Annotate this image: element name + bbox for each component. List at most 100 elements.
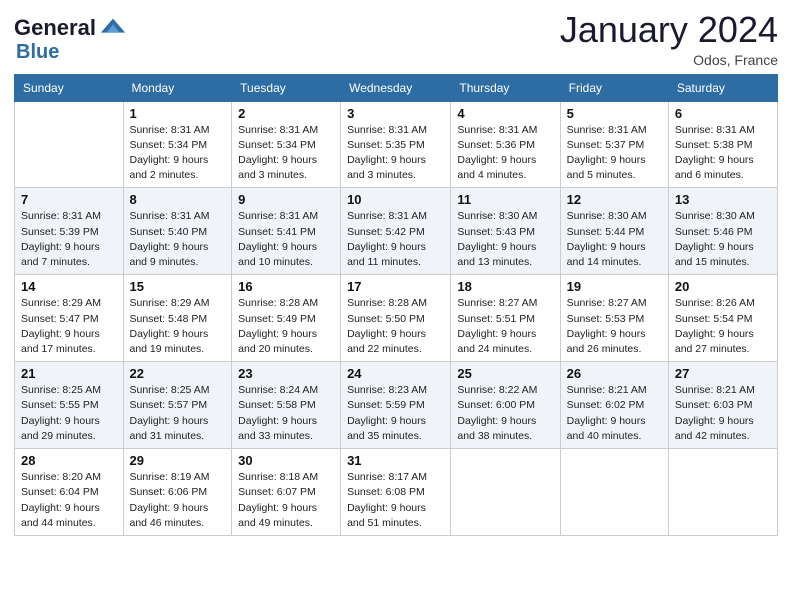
calendar-cell [451, 449, 560, 536]
day-detail: Sunrise: 8:28 AMSunset: 5:49 PMDaylight:… [238, 296, 334, 357]
day-detail: Sunrise: 8:31 AMSunset: 5:38 PMDaylight:… [675, 123, 771, 184]
page: General Blue January 2024 Odos, France S… [0, 0, 792, 612]
day-number: 29 [130, 453, 226, 468]
logo-text: General [14, 17, 96, 39]
calendar-cell: 22Sunrise: 8:25 AMSunset: 5:57 PMDayligh… [123, 362, 232, 449]
day-detail: Sunrise: 8:23 AMSunset: 5:59 PMDaylight:… [347, 383, 444, 444]
week-row-0: 1Sunrise: 8:31 AMSunset: 5:34 PMDaylight… [15, 101, 778, 188]
day-number: 26 [567, 366, 662, 381]
calendar-cell: 20Sunrise: 8:26 AMSunset: 5:54 PMDayligh… [668, 275, 777, 362]
week-row-3: 21 Sunrise: 8:25 AMSunset: 5:55 PMDayligh… [15, 362, 778, 449]
day-detail: Sunrise: 8:27 AMSunset: 5:53 PMDaylight:… [567, 296, 662, 357]
day-number: 16 [238, 279, 334, 294]
calendar-cell: 21 Sunrise: 8:25 AMSunset: 5:55 PMDayligh… [15, 362, 124, 449]
day-number: 24 [347, 366, 444, 381]
day-detail: Sunrise: 8:30 AMSunset: 5:46 PMDaylight:… [675, 209, 771, 270]
header: General Blue January 2024 Odos, France [14, 10, 778, 68]
day-detail: Sunrise: 8:21 AMSunset: 6:03 PMDaylight:… [675, 383, 771, 444]
day-number: 11 [457, 192, 553, 207]
day-header-wednesday: Wednesday [341, 74, 451, 101]
calendar-cell: 16 Sunrise: 8:28 AMSunset: 5:49 PMDayligh… [232, 275, 341, 362]
logo: General Blue [14, 14, 127, 63]
calendar-cell [668, 449, 777, 536]
calendar-cell: 26 Sunrise: 8:21 AMSunset: 6:02 PMDayligh… [560, 362, 668, 449]
day-detail: Sunrise: 8:31 AMSunset: 5:34 PMDaylight:… [130, 123, 226, 184]
calendar-cell: 28Sunrise: 8:20 AMSunset: 6:04 PMDayligh… [15, 449, 124, 536]
calendar-cell: 14 Sunrise: 8:29 AMSunset: 5:47 PMDayligh… [15, 275, 124, 362]
calendar-cell: 24 Sunrise: 8:23 AMSunset: 5:59 PMDayligh… [341, 362, 451, 449]
day-header-thursday: Thursday [451, 74, 560, 101]
calendar-cell: 10 Sunrise: 8:31 AMSunset: 5:42 PMDayligh… [341, 188, 451, 275]
day-detail: Sunrise: 8:29 AMSunset: 5:48 PMDaylight:… [130, 296, 226, 357]
calendar-header-row: SundayMondayTuesdayWednesdayThursdayFrid… [15, 74, 778, 101]
day-detail: Sunrise: 8:31 AMSunset: 5:40 PMDaylight:… [130, 209, 226, 270]
calendar-cell: 19 Sunrise: 8:27 AMSunset: 5:53 PMDayligh… [560, 275, 668, 362]
day-number: 8 [130, 192, 226, 207]
day-number: 23 [238, 366, 334, 381]
calendar-cell [15, 101, 124, 188]
day-number: 10 [347, 192, 444, 207]
day-detail: Sunrise: 8:31 AMSunset: 5:35 PMDaylight:… [347, 123, 444, 184]
day-number: 12 [567, 192, 662, 207]
day-number: 5 [567, 106, 662, 121]
logo-text-blue: Blue [16, 41, 59, 63]
day-number: 6 [675, 106, 771, 121]
calendar-cell [560, 449, 668, 536]
day-detail: Sunrise: 8:24 AMSunset: 5:58 PMDaylight:… [238, 383, 334, 444]
day-detail: Sunrise: 8:31 AMSunset: 5:41 PMDaylight:… [238, 209, 334, 270]
day-header-sunday: Sunday [15, 74, 124, 101]
week-row-4: 28Sunrise: 8:20 AMSunset: 6:04 PMDayligh… [15, 449, 778, 536]
day-detail: Sunrise: 8:31 AMSunset: 5:37 PMDaylight:… [567, 123, 662, 184]
day-detail: Sunrise: 8:25 AMSunset: 5:55 PMDaylight:… [21, 383, 117, 444]
month-title: January 2024 [560, 10, 778, 50]
day-number: 18 [457, 279, 553, 294]
calendar-cell: 27 Sunrise: 8:21 AMSunset: 6:03 PMDayligh… [668, 362, 777, 449]
calendar-cell: 11 Sunrise: 8:30 AMSunset: 5:43 PMDayligh… [451, 188, 560, 275]
day-detail: Sunrise: 8:25 AMSunset: 5:57 PMDaylight:… [130, 383, 226, 444]
day-detail: Sunrise: 8:31 AMSunset: 5:42 PMDaylight:… [347, 209, 444, 270]
calendar-cell: 5 Sunrise: 8:31 AMSunset: 5:37 PMDaylight… [560, 101, 668, 188]
day-number: 21 [21, 366, 117, 381]
calendar-cell: 8 Sunrise: 8:31 AMSunset: 5:40 PMDaylight… [123, 188, 232, 275]
calendar-cell: 15Sunrise: 8:29 AMSunset: 5:48 PMDayligh… [123, 275, 232, 362]
day-detail: Sunrise: 8:31 AMSunset: 5:36 PMDaylight:… [457, 123, 553, 184]
logo-icon [99, 14, 127, 42]
day-number: 4 [457, 106, 553, 121]
calendar-cell: 25Sunrise: 8:22 AMSunset: 6:00 PMDayligh… [451, 362, 560, 449]
day-detail: Sunrise: 8:31 AMSunset: 5:34 PMDaylight:… [238, 123, 334, 184]
day-number: 3 [347, 106, 444, 121]
day-detail: Sunrise: 8:29 AMSunset: 5:47 PMDaylight:… [21, 296, 117, 357]
calendar-cell: 31Sunrise: 8:17 AMSunset: 6:08 PMDayligh… [341, 449, 451, 536]
location: Odos, France [560, 52, 778, 68]
calendar-cell: 7Sunrise: 8:31 AMSunset: 5:39 PMDaylight… [15, 188, 124, 275]
calendar-cell: 23 Sunrise: 8:24 AMSunset: 5:58 PMDayligh… [232, 362, 341, 449]
day-number: 14 [21, 279, 117, 294]
day-number: 17 [347, 279, 444, 294]
day-detail: Sunrise: 8:19 AMSunset: 6:06 PMDaylight:… [130, 470, 226, 531]
day-number: 9 [238, 192, 334, 207]
day-number: 19 [567, 279, 662, 294]
day-detail: Sunrise: 8:30 AMSunset: 5:44 PMDaylight:… [567, 209, 662, 270]
day-number: 7 [21, 192, 117, 207]
day-detail: Sunrise: 8:20 AMSunset: 6:04 PMDaylight:… [21, 470, 117, 531]
calendar-cell: 6 Sunrise: 8:31 AMSunset: 5:38 PMDaylight… [668, 101, 777, 188]
day-number: 20 [675, 279, 771, 294]
day-header-monday: Monday [123, 74, 232, 101]
day-detail: Sunrise: 8:30 AMSunset: 5:43 PMDaylight:… [457, 209, 553, 270]
calendar: SundayMondayTuesdayWednesdayThursdayFrid… [14, 74, 778, 536]
day-detail: Sunrise: 8:21 AMSunset: 6:02 PMDaylight:… [567, 383, 662, 444]
day-detail: Sunrise: 8:22 AMSunset: 6:00 PMDaylight:… [457, 383, 553, 444]
day-detail: Sunrise: 8:18 AMSunset: 6:07 PMDaylight:… [238, 470, 334, 531]
day-header-saturday: Saturday [668, 74, 777, 101]
day-header-tuesday: Tuesday [232, 74, 341, 101]
day-number: 30 [238, 453, 334, 468]
calendar-cell: 4 Sunrise: 8:31 AMSunset: 5:36 PMDaylight… [451, 101, 560, 188]
day-number: 27 [675, 366, 771, 381]
calendar-cell: 13 Sunrise: 8:30 AMSunset: 5:46 PMDayligh… [668, 188, 777, 275]
day-header-friday: Friday [560, 74, 668, 101]
day-number: 31 [347, 453, 444, 468]
calendar-cell: 18Sunrise: 8:27 AMSunset: 5:51 PMDayligh… [451, 275, 560, 362]
calendar-cell: 17Sunrise: 8:28 AMSunset: 5:50 PMDayligh… [341, 275, 451, 362]
day-number: 13 [675, 192, 771, 207]
calendar-cell: 29 Sunrise: 8:19 AMSunset: 6:06 PMDayligh… [123, 449, 232, 536]
